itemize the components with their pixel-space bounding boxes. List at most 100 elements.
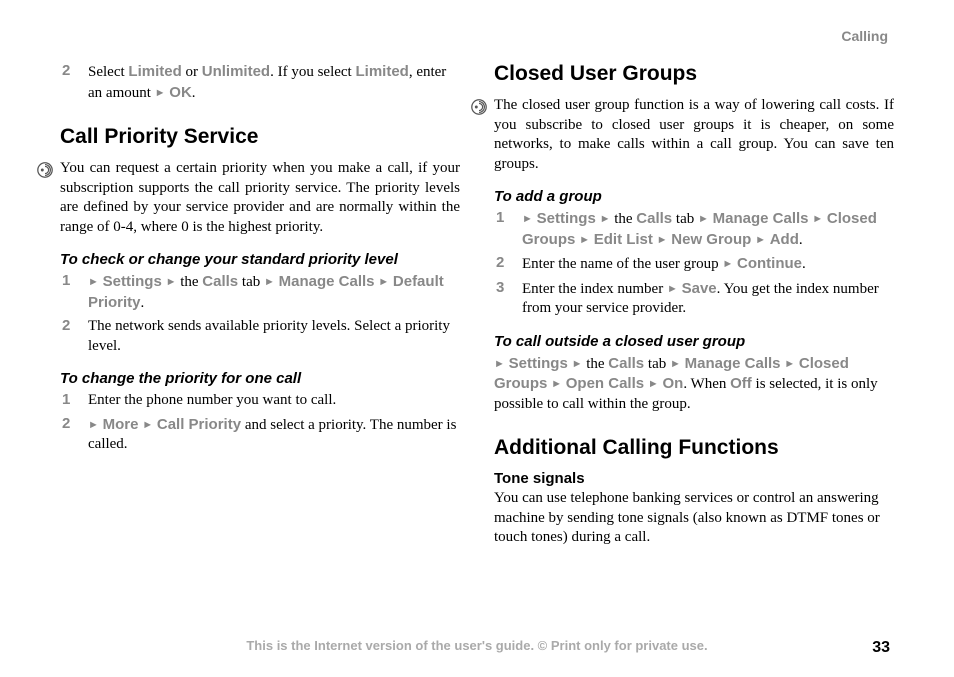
arrow-icon: ► <box>264 276 275 288</box>
subheading-call-outside: To call outside a closed user group <box>494 333 894 350</box>
step-number: 2 <box>494 254 522 271</box>
step-row: 1 Enter the phone number you want to cal… <box>60 391 460 411</box>
ui-label: New Group <box>671 231 751 248</box>
arrow-icon: ► <box>378 276 389 288</box>
ui-label: Calls <box>636 210 672 227</box>
page-columns: 2 Select Limited or Unlimited. If you se… <box>60 62 894 548</box>
right-column: Closed User Groups The closed user group… <box>494 62 894 548</box>
arrow-icon: ► <box>667 283 678 295</box>
arrow-icon: ► <box>648 378 659 390</box>
network-dependent-icon <box>36 161 54 179</box>
step-text: Select Limited or Unlimited. If you sele… <box>88 62 460 103</box>
step-number: 2 <box>60 415 88 432</box>
ui-label: Manage Calls <box>279 273 375 290</box>
step-number: 3 <box>494 279 522 296</box>
ui-label: Save <box>682 280 717 297</box>
body-paragraph: You can use telephone banking services o… <box>494 489 894 548</box>
arrow-icon: ► <box>755 234 766 246</box>
paragraph-with-icon: The closed user group function is a way … <box>470 96 894 174</box>
ui-label: Calls <box>202 273 238 290</box>
step-text: Enter the name of the user group ► Conti… <box>522 254 894 275</box>
step-row: 2 Select Limited or Unlimited. If you se… <box>60 62 460 103</box>
instruction-text: ► Settings ► the Calls tab ► Manage Call… <box>494 354 894 415</box>
arrow-icon: ► <box>812 213 823 225</box>
step-text: Enter the phone number you want to call. <box>88 391 460 411</box>
ui-label: Calls <box>608 355 644 372</box>
arrow-icon: ► <box>600 213 611 225</box>
subheading-change-one-call: To change the priority for one call <box>60 370 460 387</box>
arrow-icon: ► <box>722 258 733 270</box>
ui-label: Manage Calls <box>685 355 781 372</box>
step-text: ► Settings ► the Calls tab ► Manage Call… <box>88 272 460 313</box>
arrow-icon: ► <box>155 87 166 99</box>
step-row: 2 Enter the name of the user group ► Con… <box>494 254 894 275</box>
body-paragraph: You can request a certain priority when … <box>60 159 460 237</box>
step-number: 1 <box>60 272 88 289</box>
ui-label: Manage Calls <box>713 210 809 227</box>
arrow-icon: ► <box>579 234 590 246</box>
step-number: 1 <box>60 391 88 408</box>
text: tab <box>672 211 698 227</box>
section-heading-closed-groups: Closed User Groups <box>494 62 894 86</box>
step-text: ► More ► Call Priority and select a prio… <box>88 415 460 455</box>
arrow-icon: ► <box>657 234 668 246</box>
ui-label: Limited <box>128 63 181 80</box>
ui-label: Limited <box>355 63 408 80</box>
step-text: ► Settings ► the Calls tab ► Manage Call… <box>522 209 894 250</box>
ui-label: On <box>662 375 683 392</box>
text: the <box>582 356 608 372</box>
ui-label: Edit List <box>594 231 653 248</box>
ui-label: Settings <box>509 355 568 372</box>
page-number: 33 <box>872 639 890 657</box>
section-heading-call-priority: Call Priority Service <box>60 125 460 149</box>
left-column: 2 Select Limited or Unlimited. If you se… <box>60 62 460 548</box>
arrow-icon: ► <box>670 358 681 370</box>
ui-label: Open Calls <box>566 375 644 392</box>
text: Enter the index number <box>522 281 667 297</box>
text: tab <box>238 274 264 290</box>
step-row: 2 ► More ► Call Priority and select a pr… <box>60 415 460 455</box>
text: . If you select <box>270 64 355 80</box>
text: or <box>182 64 202 80</box>
step-number: 1 <box>494 209 522 226</box>
ui-label: Settings <box>537 210 596 227</box>
ui-label: Add <box>770 231 799 248</box>
ui-label: Continue <box>737 255 802 272</box>
step-row: 1 ► Settings ► the Calls tab ► Manage Ca… <box>494 209 894 250</box>
step-row: 1 ► Settings ► the Calls tab ► Manage Ca… <box>60 272 460 313</box>
arrow-icon: ► <box>522 213 533 225</box>
subheading-add-group: To add a group <box>494 188 894 205</box>
text: Enter the name of the user group <box>522 256 722 272</box>
subheading-check-priority: To check or change your standard priorit… <box>60 251 460 268</box>
arrow-icon: ► <box>166 276 177 288</box>
ui-label: Unlimited <box>202 63 270 80</box>
ui-label: Off <box>730 375 752 392</box>
footer-notice: This is the Internet version of the user… <box>0 638 954 653</box>
step-row: 3 Enter the index number ► Save. You get… <box>494 279 894 319</box>
chapter-header: Calling <box>60 28 894 44</box>
body-paragraph: The closed user group function is a way … <box>494 96 894 174</box>
network-dependent-icon <box>470 98 488 116</box>
arrow-icon: ► <box>784 358 795 370</box>
section-heading-additional: Additional Calling Functions <box>494 436 894 460</box>
step-row: 2 The network sends available priority l… <box>60 317 460 356</box>
arrow-icon: ► <box>572 358 583 370</box>
paragraph-with-icon: You can request a certain priority when … <box>36 159 460 237</box>
arrow-icon: ► <box>88 276 99 288</box>
arrow-icon: ► <box>88 419 99 431</box>
step-text: The network sends available priority lev… <box>88 317 460 356</box>
arrow-icon: ► <box>551 378 562 390</box>
text: Select <box>88 64 128 80</box>
text: the <box>176 274 202 290</box>
ui-label: Call Priority <box>157 416 241 433</box>
text: tab <box>644 356 670 372</box>
ui-label: Settings <box>103 273 162 290</box>
ui-label: OK <box>169 84 192 101</box>
text: the <box>610 211 636 227</box>
step-number: 2 <box>60 317 88 334</box>
mini-heading-tone-signals: Tone signals <box>494 470 894 487</box>
text: . When <box>683 376 730 392</box>
arrow-icon: ► <box>494 358 505 370</box>
step-text: Enter the index number ► Save. You get t… <box>522 279 894 319</box>
ui-label: More <box>103 416 139 433</box>
